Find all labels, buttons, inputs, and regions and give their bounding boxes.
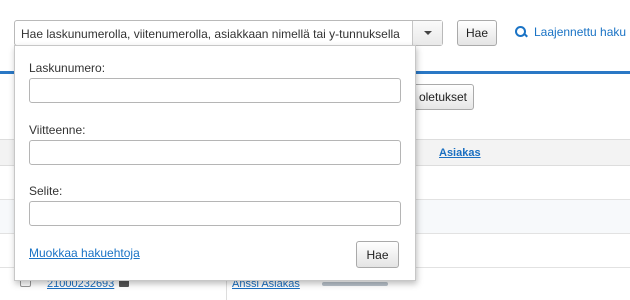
- invoice-number-label: Laskunumero:: [29, 61, 106, 75]
- search-input[interactable]: Hae laskunumerolla, viitenumerolla, asia…: [15, 21, 412, 45]
- panel-search-button[interactable]: Hae: [356, 241, 399, 268]
- chevron-down-icon: [423, 31, 432, 35]
- reference-label: Viitteenne:: [29, 123, 86, 137]
- background-defaults-button-label: oletukset: [418, 90, 467, 104]
- search-icon: [515, 25, 528, 39]
- reference-field[interactable]: [29, 140, 401, 165]
- search-options-panel: Laskunumero: Viitteenne: Selite: Muokkaa…: [14, 45, 416, 281]
- advanced-search-label: Laajennettu haku: [534, 25, 627, 39]
- description-field[interactable]: [29, 201, 401, 226]
- search-combobox[interactable]: Hae laskunumerolla, viitenumerolla, asia…: [14, 20, 443, 46]
- obscured-cell-text: [322, 282, 388, 286]
- search-dropdown-toggle[interactable]: [412, 21, 442, 45]
- description-label: Selite:: [29, 184, 63, 198]
- invoice-number-field[interactable]: [29, 78, 401, 103]
- edit-search-criteria-link[interactable]: Muokkaa hakuehtoja: [29, 246, 140, 260]
- column-header-asiakas[interactable]: Asiakas: [439, 147, 481, 159]
- search-button[interactable]: Hae: [457, 20, 497, 46]
- advanced-search-link[interactable]: Laajennettu haku: [515, 25, 626, 39]
